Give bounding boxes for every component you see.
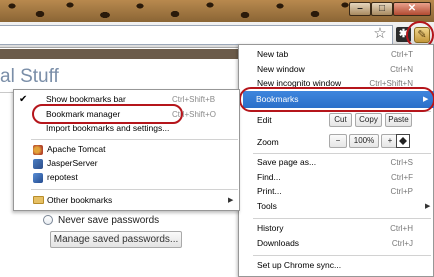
menu-separator [253,255,431,256]
menu-item-find[interactable]: Find... [257,171,281,184]
menu-separator [253,153,431,154]
menu-item-save-page[interactable]: Save page as... [257,156,316,169]
star-icon[interactable]: ☆ [372,25,388,43]
folder-icon [33,196,44,204]
menu-item-sync[interactable]: Set up Chrome sync... [257,259,341,272]
bookmark-jasperserver[interactable]: JasperServer [47,157,98,170]
paste-button[interactable]: Paste [385,113,412,127]
menu-item-import-bookmarks[interactable]: Import bookmarks and settings... [46,122,169,135]
never-save-label: Never save passwords [58,214,160,226]
menu-item-new-window[interactable]: New window [257,63,305,76]
check-icon: ✔ [19,94,28,105]
menu-item-edit: Edit [257,115,272,125]
manage-passwords-button[interactable]: Manage saved passwords... [50,231,182,248]
fullscreen-icon[interactable] [396,134,410,148]
zoom-controls: − 100% + [329,134,399,148]
repotest-icon [33,173,43,183]
menu-item-zoom: Zoom [257,137,279,147]
cut-button[interactable]: Cut [329,113,352,127]
shortcut-new-tab: Ctrl+T [391,50,413,59]
jasperserver-icon [33,159,43,169]
copy-button[interactable]: Copy [355,113,382,127]
submenu-arrow-icon: ▶ [228,197,234,204]
submenu-arrow-icon: ▶ [425,203,431,210]
maximize-button[interactable]: □ [371,2,393,16]
shortcut-downloads: Ctrl+J [391,239,413,248]
shortcut-history: Ctrl+H [390,224,413,233]
page-title: al Stuff [0,66,59,87]
zoom-level: 100% [349,134,379,148]
highlight-ring-bookmarks [239,87,434,112]
chrome-menu: New tab Ctrl+T New window Ctrl+N New inc… [238,44,434,277]
menu-item-tools[interactable]: Tools [257,200,277,213]
shortcut-print: Ctrl+P [390,187,413,196]
shortcut-new-window: Ctrl+N [390,65,413,74]
menu-item-print[interactable]: Print... [257,185,282,198]
menu-separator [253,218,431,219]
menu-separator [31,139,238,140]
bookmark-apache-tomcat[interactable]: Apache Tomcat [47,143,105,156]
shortcut-show-bookmarks-bar: Ctrl+Shift+B [172,95,216,104]
radio-icon[interactable] [43,215,53,225]
zoom-out-button[interactable]: − [329,134,347,148]
bookmark-repotest[interactable]: repotest [47,171,78,184]
shortcut-find: Ctrl+F [391,173,413,182]
edit-buttons: Cut Copy Paste [329,113,412,127]
never-save-option[interactable]: Never save passwords [43,213,159,227]
highlight-ring-bookmark-manager [32,104,183,124]
address-bar[interactable] [0,25,393,45]
shortcut-save-page: Ctrl+S [390,158,413,167]
minimize-button[interactable]: – [349,2,371,16]
menu-item-other-bookmarks[interactable]: Other bookmarks [47,194,112,207]
menu-item-downloads[interactable]: Downloads [257,237,299,250]
menu-separator [31,189,238,190]
tomcat-icon [33,145,43,155]
menu-item-new-tab[interactable]: New tab [257,48,288,61]
menu-item-history[interactable]: History [257,222,283,235]
close-button[interactable]: ✕ [393,2,431,16]
